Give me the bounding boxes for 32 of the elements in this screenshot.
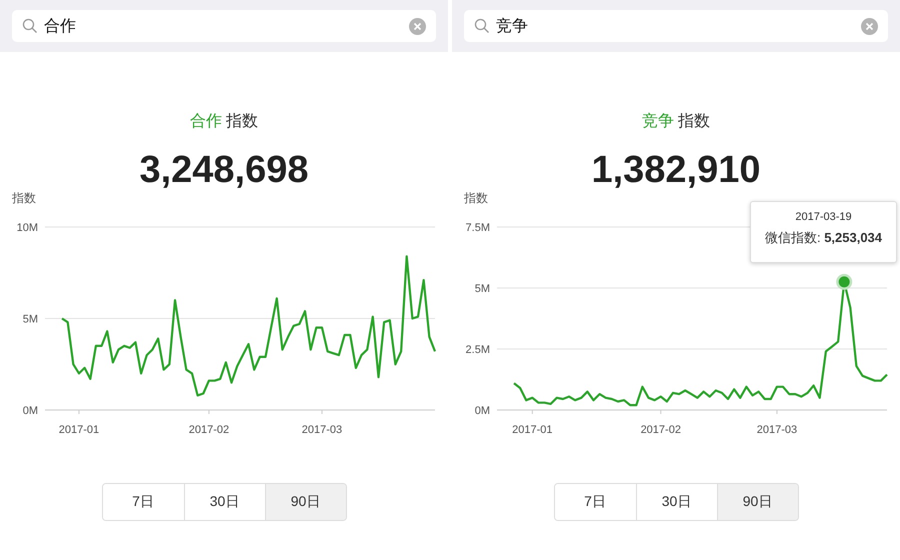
axis-label: 2.5M — [466, 344, 490, 356]
axis-label: 0M — [22, 405, 38, 417]
tooltip-date: 2017-03-19 — [794, 210, 853, 223]
range-tab[interactable]: 90日 — [716, 484, 798, 520]
index-value: 1,382,910 — [590, 148, 762, 192]
clear-icon[interactable] — [409, 18, 426, 34]
data-point[interactable] — [836, 274, 852, 290]
search-text: 合作 — [44, 16, 77, 36]
axis-label: 5M — [22, 314, 38, 326]
axis-title: 指数 — [12, 191, 36, 205]
search-icon — [474, 18, 490, 34]
axis-label: 7.5M — [466, 222, 490, 234]
axis-label: 5M — [474, 283, 490, 295]
axis-label: 2017-01 — [58, 424, 100, 436]
search-field[interactable]: 合作 — [12, 10, 436, 42]
index-value: 3,248,698 — [138, 148, 310, 192]
index-title: 竞争 指数 — [640, 112, 712, 132]
axis-label: 2017-02 — [640, 424, 681, 436]
axis-label: 2017-01 — [512, 424, 553, 436]
index-title: 合作 指数 — [188, 112, 260, 132]
axis-label: 0M — [474, 405, 490, 417]
tooltip-value: 微信指数: 5,253,034 — [764, 228, 884, 247]
search-text: 竞争 — [496, 16, 529, 36]
axis-label: 2017-03 — [756, 424, 798, 436]
axis-label: 2017-02 — [188, 424, 230, 436]
search-icon — [22, 18, 38, 34]
axis-title: 指数 — [464, 191, 488, 205]
range-tab[interactable]: 90日 — [264, 484, 346, 520]
axis-label: 2017-03 — [302, 424, 342, 436]
search-field[interactable]: 竞争 — [464, 10, 888, 42]
axis-label: 10M — [16, 222, 38, 234]
clear-icon[interactable] — [861, 18, 878, 34]
